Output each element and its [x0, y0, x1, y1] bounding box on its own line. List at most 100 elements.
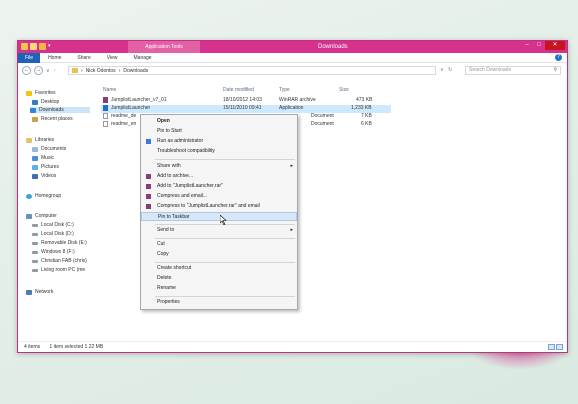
menu-delete[interactable]: Delete — [141, 274, 297, 283]
nav-drive-c[interactable]: Local Disk (C:) — [32, 222, 74, 228]
tab-share[interactable]: Share — [69, 53, 98, 63]
application-tools-tab[interactable]: Application Tools — [128, 41, 200, 53]
refresh-icon[interactable]: ↻ — [448, 67, 452, 73]
tab-home[interactable]: Home — [40, 53, 69, 63]
menu-separator — [155, 296, 295, 297]
nav-pictures[interactable]: Pictures — [32, 164, 59, 170]
column-type[interactable]: Type — [279, 87, 290, 93]
nav-computer[interactable]: Computer — [26, 213, 57, 219]
nav-label: Libraries — [35, 137, 55, 143]
breadcrumb-user[interactable]: Nick Odontos — [86, 68, 116, 74]
nav-homegroup[interactable]: Homegroup — [26, 193, 61, 199]
drive-icon — [32, 232, 38, 236]
nav-music[interactable]: Music — [32, 155, 54, 161]
tab-view[interactable]: View — [99, 53, 126, 63]
file-row-selected[interactable]: JumplistLauncher 15/11/2010 09:41 Applic… — [101, 105, 391, 113]
file-name: readme_en — [111, 121, 137, 127]
up-button[interactable]: ↑ — [54, 68, 57, 74]
menu-share-with[interactable]: Share with ▸ — [141, 162, 297, 171]
minimize-button[interactable]: – — [521, 41, 533, 50]
nav-network-drive-living-room[interactable]: Living room PC (me — [32, 267, 85, 273]
nav-videos[interactable]: Videos — [32, 173, 56, 179]
submenu-arrow-icon: ▸ — [290, 227, 293, 233]
menu-send-to[interactable]: Send to ▸ — [141, 226, 297, 235]
menu-pin-to-start[interactable]: Pin to Start — [141, 127, 297, 136]
winrar-icon — [146, 184, 151, 189]
folder-icon[interactable] — [21, 43, 28, 50]
nav-label: Computer — [35, 213, 57, 219]
nav-label: Local Disk (C:) — [41, 222, 74, 228]
address-box[interactable]: › Nick Odontos › Downloads — [68, 66, 436, 75]
menu-properties[interactable]: Properties — [141, 298, 297, 307]
text-document-icon — [103, 121, 108, 127]
address-dropdown-icon[interactable]: ∨ — [440, 67, 444, 73]
file-type: Document — [311, 113, 334, 119]
nav-label: Removable Disk (E:) — [41, 240, 87, 246]
item-count: 4 items — [24, 344, 41, 350]
maximize-button[interactable]: □ — [533, 41, 545, 50]
nav-label: Recent places — [41, 116, 73, 122]
nav-drive-e[interactable]: Removable Disk (E:) — [32, 240, 87, 246]
nav-downloads[interactable]: Downloads — [30, 107, 90, 113]
column-size[interactable]: Size — [339, 87, 349, 93]
forward-button[interactable]: → — [34, 66, 43, 75]
nav-drive-d[interactable]: Local Disk (D:) — [32, 231, 74, 237]
window-controls: – □ ✕ — [521, 41, 565, 50]
breadcrumb-separator[interactable]: › — [119, 68, 121, 74]
tab-file[interactable]: File — [18, 52, 41, 63]
recent-locations-icon[interactable]: ∨ — [46, 68, 50, 74]
desktop-icon — [32, 99, 38, 105]
menu-cut[interactable]: Cut — [141, 240, 297, 249]
close-button[interactable]: ✕ — [545, 41, 565, 50]
nav-label: Christian FAB (chris) — [41, 258, 87, 264]
menu-open[interactable]: Open — [141, 117, 297, 126]
nav-recent-places[interactable]: Recent places — [32, 116, 73, 122]
nav-network[interactable]: Network — [26, 289, 53, 295]
column-date-modified[interactable]: Date modified — [223, 87, 254, 93]
menu-label: Compress to "JumplistLauncher.rar" and e… — [157, 203, 260, 209]
menu-compress-rar-email[interactable]: Compress to "JumplistLauncher.rar" and e… — [141, 202, 297, 211]
breadcrumb-separator[interactable]: › — [81, 68, 83, 74]
nav-network-drive-chris[interactable]: Christian FAB (chris) — [32, 258, 87, 264]
homegroup-icon — [26, 193, 32, 199]
menu-create-shortcut[interactable]: Create shortcut — [141, 264, 297, 273]
nav-label: Desktop — [41, 99, 60, 105]
menu-add-to-archive[interactable]: Add to archive... — [141, 172, 297, 181]
window-title: Downloads — [318, 44, 348, 50]
file-name: JumplistLauncher — [111, 105, 151, 111]
details-view-icon[interactable] — [548, 344, 555, 350]
star-icon — [26, 90, 32, 96]
menu-copy[interactable]: Copy — [141, 250, 297, 259]
network-drive-icon — [32, 268, 38, 272]
large-icons-view-icon[interactable] — [556, 344, 563, 350]
qat-dropdown-icon[interactable]: ▾ — [48, 43, 53, 50]
file-row[interactable]: JumplistLauncher_v7_01 18/10/2012 14:03 … — [101, 97, 391, 105]
nav-libraries[interactable]: Libraries — [26, 137, 54, 143]
help-icon[interactable]: ? — [555, 54, 562, 61]
nav-desktop[interactable]: Desktop — [32, 99, 59, 105]
nav-documents[interactable]: Documents — [32, 146, 66, 152]
new-folder-icon[interactable] — [39, 43, 46, 50]
menu-compress-email[interactable]: Compress and email... — [141, 192, 297, 201]
menu-rename[interactable]: Rename — [141, 284, 297, 293]
menu-add-to-rar[interactable]: Add to "JumplistLauncher.rar" — [141, 182, 297, 191]
menu-pin-to-taskbar[interactable]: Pin to Taskbar — [141, 212, 297, 221]
properties-icon[interactable] — [30, 43, 37, 50]
nav-favorites[interactable]: Favorites — [26, 90, 56, 96]
downloads-icon — [30, 107, 36, 113]
menu-label: Add to archive... — [157, 173, 194, 179]
file-size: 1,233 KB — [351, 105, 372, 111]
file-size: 6 KB — [361, 121, 372, 127]
tab-manage[interactable]: Manage — [126, 53, 160, 63]
menu-run-as-administrator[interactable]: Run as administrator — [141, 137, 297, 146]
nav-drive-f[interactable]: Windows 8 (F:) — [32, 249, 75, 255]
ribbon-tabs: File Home Share View Manage ? — [18, 52, 567, 63]
search-input[interactable]: Search Downloads ⚲ — [465, 66, 561, 75]
context-menu: Open Pin to Start Run as administrator T… — [140, 114, 298, 310]
menu-troubleshoot[interactable]: Troubleshoot compatibility — [141, 147, 297, 156]
back-button[interactable]: ← — [22, 66, 31, 75]
nav-label: Music — [41, 155, 55, 161]
submenu-arrow-icon: ▸ — [290, 163, 293, 169]
breadcrumb-downloads[interactable]: Downloads — [123, 68, 148, 74]
column-name[interactable]: Name — [103, 87, 116, 93]
